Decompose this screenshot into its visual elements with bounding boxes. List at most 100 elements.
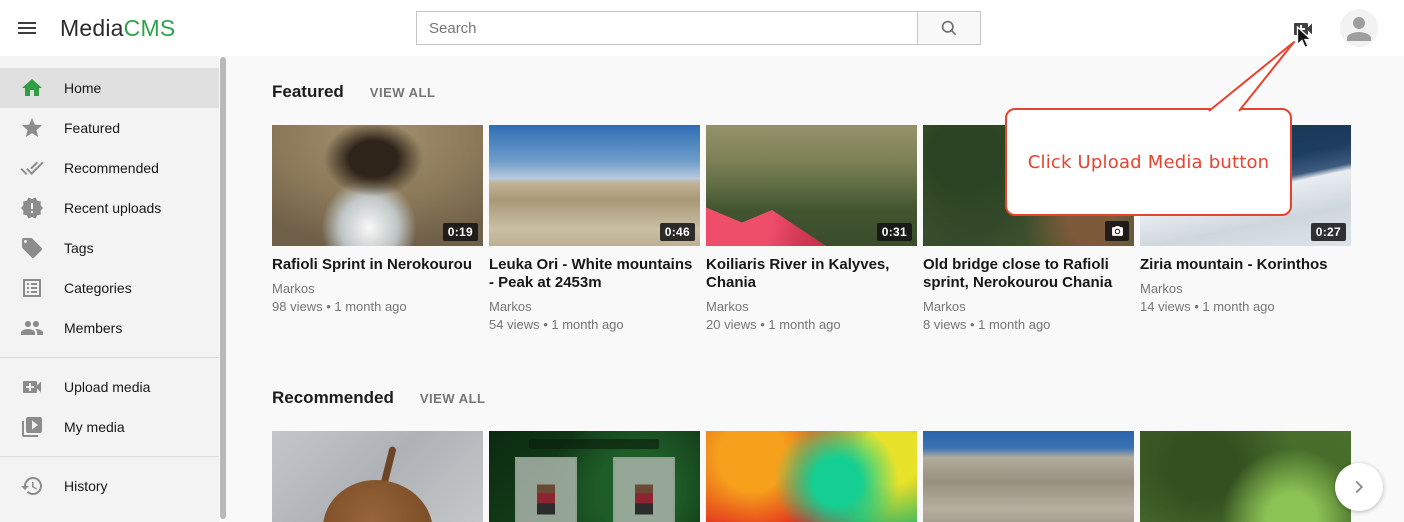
categories-icon — [20, 276, 44, 300]
user-avatar[interactable] — [1340, 9, 1378, 47]
media-card[interactable]: 0:46 Leuka Ori - White mountains - Peak … — [489, 125, 700, 332]
sidebar-item-label: Members — [64, 320, 122, 336]
annotation-tooltip: Click Upload Media button — [1005, 108, 1292, 216]
logo[interactable]: MediaCMS — [60, 0, 175, 56]
duration-badge: 0:19 — [443, 223, 478, 241]
sidebar-divider — [0, 357, 219, 358]
sidebar-item-label: History — [64, 478, 108, 494]
recommended-section-header: Recommended VIEW ALL — [272, 388, 1404, 408]
media-title[interactable]: Leuka Ori - White mountains - Peak at 24… — [489, 256, 694, 292]
media-card[interactable]: 0:19 Rafioli Sprint in Nerokourou Markos… — [272, 125, 483, 332]
media-card[interactable] — [923, 431, 1134, 522]
sidebar-item-recommended[interactable]: Recommended — [0, 148, 219, 188]
section-title-recommended: Recommended — [272, 388, 394, 408]
sidebar-item-tags[interactable]: Tags — [0, 228, 219, 268]
game-title-shape — [529, 439, 659, 449]
game-character-sprite — [537, 485, 555, 515]
search-button[interactable] — [917, 11, 981, 45]
media-card[interactable] — [706, 431, 917, 522]
search-bar — [416, 11, 981, 45]
sidebar-item-recent-uploads[interactable]: Recent uploads — [0, 188, 219, 228]
pumpkin-shape — [323, 480, 433, 522]
media-author[interactable]: Markos — [272, 281, 483, 296]
logo-cms: CMS — [124, 15, 176, 41]
sidebar-item-label: Categories — [64, 280, 132, 296]
kayak-shape — [706, 184, 826, 246]
duration-badge: 0:31 — [877, 223, 912, 241]
media-meta: 54 views • 1 month ago — [489, 317, 700, 332]
sidebar-scrollbar-thumb[interactable] — [220, 57, 226, 519]
sidebar-item-members[interactable]: Members — [0, 308, 219, 348]
sidebar-scrollbar — [219, 56, 226, 522]
game-character-sprite — [635, 485, 653, 515]
thumbnail-pumpkin-craft[interactable] — [272, 431, 483, 522]
sidebar-item-label: Home — [64, 80, 101, 96]
sidebar-item-upload-media[interactable]: Upload media — [0, 367, 219, 407]
upload-media-icon — [20, 375, 44, 399]
menu-icon[interactable] — [15, 16, 39, 40]
tag-icon — [20, 236, 44, 260]
thumbnail-green-leaves[interactable] — [1140, 431, 1351, 522]
featured-view-all-link[interactable]: VIEW ALL — [370, 85, 436, 100]
duration-badge: 0:46 — [660, 223, 695, 241]
sidebar-item-label: Recent uploads — [64, 200, 161, 216]
media-title[interactable]: Koiliaris River in Kalyves, Chania — [706, 256, 911, 292]
media-author[interactable]: Markos — [1140, 281, 1351, 296]
media-title[interactable]: Ziria mountain - Korinthos — [1140, 256, 1345, 274]
sidebar-item-label: Tags — [64, 240, 94, 256]
media-meta: 8 views • 1 month ago — [923, 317, 1134, 332]
search-icon — [939, 18, 959, 38]
sidebar-item-label: Upload media — [64, 379, 150, 395]
mouse-cursor — [1296, 26, 1313, 50]
media-author[interactable]: Markos — [706, 299, 917, 314]
sidebar-divider — [0, 456, 219, 457]
sidebar: Home Featured Recommended Recent uploads… — [0, 56, 219, 522]
sidebar-item-home[interactable]: Home — [0, 68, 219, 108]
carousel-next-button[interactable] — [1335, 463, 1383, 511]
thumbnail-abstract-color-blur[interactable] — [706, 431, 917, 522]
history-icon — [20, 474, 44, 498]
sidebar-item-categories[interactable]: Categories — [0, 268, 219, 308]
my-media-icon — [20, 415, 44, 439]
image-type-camera-icon — [1105, 221, 1129, 241]
search-input[interactable] — [416, 11, 917, 45]
members-icon — [20, 316, 44, 340]
media-title[interactable]: Rafioli Sprint in Nerokourou — [272, 256, 477, 274]
media-meta: 98 views • 1 month ago — [272, 299, 483, 314]
thumbnail-waterfall-under-stone-arch[interactable]: 0:19 — [272, 125, 483, 246]
sidebar-item-label: Recommended — [64, 160, 159, 176]
media-author[interactable]: Markos — [489, 299, 700, 314]
media-meta: 14 views • 1 month ago — [1140, 299, 1351, 314]
game-character-panel — [515, 457, 577, 522]
double-check-icon — [20, 156, 44, 180]
annotation-pointer — [1195, 32, 1310, 116]
sidebar-item-label: My media — [64, 419, 125, 435]
sidebar-item-featured[interactable]: Featured — [0, 108, 219, 148]
game-character-panel — [613, 457, 675, 522]
duration-badge: 0:27 — [1311, 223, 1346, 241]
sidebar-item-my-media[interactable]: My media — [0, 407, 219, 447]
thumbnail-game-character-select[interactable] — [489, 431, 700, 522]
thumbnail-desert-mountains-sky[interactable]: 0:46 — [489, 125, 700, 246]
chevron-right-icon — [1348, 476, 1370, 498]
thumbnail-kayak-in-river[interactable]: 0:31 — [706, 125, 917, 246]
top-bar: MediaCMS — [0, 0, 1404, 56]
media-author[interactable]: Markos — [923, 299, 1134, 314]
recommended-view-all-link[interactable]: VIEW ALL — [420, 391, 486, 406]
logo-media: Media — [60, 15, 124, 41]
media-card[interactable]: 0:31 Koiliaris River in Kalyves, Chania … — [706, 125, 917, 332]
home-icon — [20, 76, 44, 100]
sidebar-item-label: Featured — [64, 120, 120, 136]
media-meta: 20 views • 1 month ago — [706, 317, 917, 332]
section-title-featured: Featured — [272, 82, 344, 102]
star-icon — [20, 116, 44, 140]
annotation-text: Click Upload Media button — [1028, 152, 1270, 173]
media-card[interactable] — [272, 431, 483, 522]
media-card[interactable] — [1140, 431, 1351, 522]
thumbnail-rocky-mountain[interactable] — [923, 431, 1134, 522]
sidebar-item-history[interactable]: History — [0, 466, 219, 506]
recommended-cards-row — [272, 431, 1404, 522]
media-title[interactable]: Old bridge close to Rafioli sprint, Nero… — [923, 256, 1128, 292]
new-releases-icon — [20, 196, 44, 220]
media-card[interactable] — [489, 431, 700, 522]
